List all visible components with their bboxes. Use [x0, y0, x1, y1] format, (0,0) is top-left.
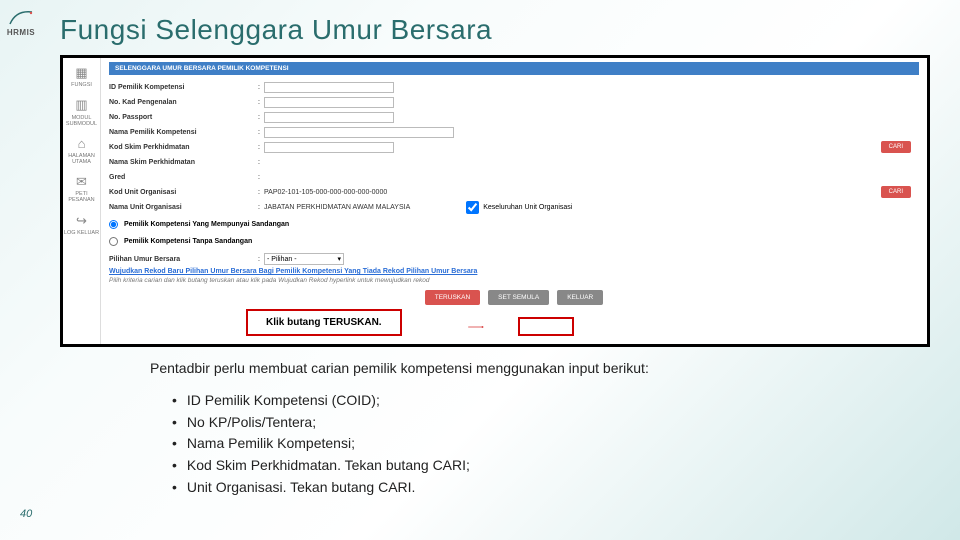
input-passport[interactable] [264, 112, 394, 123]
list-item: ID Pemilik Kompetensi (COID); [172, 390, 470, 412]
modules-icon: ▥ [63, 98, 100, 112]
checkbox-keseluruhan[interactable] [466, 201, 479, 214]
radio-tanpa-sandangan[interactable] [109, 237, 118, 246]
sidebar-item-modul[interactable]: ▥MODUL SUBMODUL [63, 98, 100, 126]
callout-box: Klik butang TERUSKAN. [246, 309, 402, 336]
label-passport: No. Passport [109, 114, 254, 121]
slide-title: Fungsi Selenggara Umur Bersara [60, 14, 492, 46]
input-nokp[interactable] [264, 97, 394, 108]
bullet-list: ID Pemilik Kompetensi (COID); No KP/Poli… [172, 390, 470, 498]
label-gred: Gred [109, 174, 254, 181]
list-item: Kod Skim Perkhidmatan. Tekan butang CARI… [172, 455, 470, 477]
label-keseluruhan: Keseluruhan Unit Organisasi [483, 204, 572, 211]
teruskan-button[interactable]: TERUSKAN [425, 290, 480, 305]
label-kodskim: Kod Skim Perkhidmatan [109, 144, 254, 151]
value-kodunit: PAP02-101-105-000-000-000-000-0000 [264, 189, 387, 196]
link-wujudkan-rekod[interactable]: Wujudkan Rekod Baru Pilihan Umur Bersara… [109, 268, 919, 275]
cari-unit-button[interactable]: CARI [881, 186, 911, 198]
screenshot-frame: ▦FUNGSI ▥MODUL SUBMODUL ⌂HALAMAN UTAMA ✉… [60, 55, 930, 347]
label-id: ID Pemilik Kompetensi [109, 84, 254, 91]
page-number: 40 [20, 508, 32, 520]
value-namaunit: JABATAN PERKHIDMATAN AWAM MALAYSIA [264, 204, 410, 211]
label-pilihan: Pilihan Umur Bersara [109, 256, 254, 263]
grid-icon: ▦ [71, 66, 92, 80]
select-pilihan[interactable]: - Pilihan -▾ [264, 253, 344, 265]
label-kodunit: Kod Unit Organisasi [109, 189, 254, 196]
set-semula-button[interactable]: SET SEMULA [488, 290, 549, 305]
mail-icon: ✉ [63, 175, 100, 189]
sidebar-item-logout[interactable]: ↪LOG KELUAR [64, 214, 99, 236]
highlight-teruskan [518, 317, 574, 336]
label-radio-sandangan: Pemilik Kompetensi Yang Mempunyai Sandan… [124, 221, 289, 228]
label-nokp: No. Kad Pengenalan [109, 99, 254, 106]
home-icon: ⌂ [63, 137, 100, 151]
list-item: No KP/Polis/Tentera; [172, 412, 470, 434]
label-nama: Nama Pemilik Kompetensi [109, 129, 254, 136]
radio-sandangan[interactable] [109, 220, 118, 229]
label-namaunit: Nama Unit Organisasi [109, 204, 254, 211]
hrmis-logo: HRMIS [6, 8, 36, 37]
sidebar-item-home[interactable]: ⌂HALAMAN UTAMA [63, 137, 100, 165]
label-namaskim: Nama Skim Perkhidmatan [109, 159, 254, 166]
caption-text: Pentadbir perlu membuat carian pemilik k… [150, 360, 649, 376]
keluar-button[interactable]: KELUAR [557, 290, 603, 305]
cari-skim-button[interactable]: CARI [881, 141, 911, 153]
logout-icon: ↪ [64, 214, 99, 228]
input-id[interactable] [264, 82, 394, 93]
sidebar-item-inbox[interactable]: ✉PETI PESANAN [63, 175, 100, 203]
input-kodskim[interactable] [264, 142, 394, 153]
app-main: SELENGGARA UMUR BERSARA PEMILIK KOMPETEN… [101, 58, 927, 344]
label-radio-tanpa: Pemilik Kompetensi Tanpa Sandangan [124, 238, 252, 245]
chevron-down-icon: ▾ [337, 255, 341, 263]
input-nama[interactable] [264, 127, 454, 138]
breadcrumb: SELENGGARA UMUR BERSARA PEMILIK KOMPETEN… [109, 62, 919, 75]
list-item: Nama Pemilik Kompetensi; [172, 433, 470, 455]
list-item: Unit Organisasi. Tekan butang CARI. [172, 477, 470, 499]
sidebar-item-fungsi[interactable]: ▦FUNGSI [71, 66, 92, 88]
hint-text: Pilih kriteria carian dan klik butang te… [109, 277, 919, 284]
arrow-icon [437, 326, 515, 328]
app-sidebar: ▦FUNGSI ▥MODUL SUBMODUL ⌂HALAMAN UTAMA ✉… [63, 58, 101, 344]
